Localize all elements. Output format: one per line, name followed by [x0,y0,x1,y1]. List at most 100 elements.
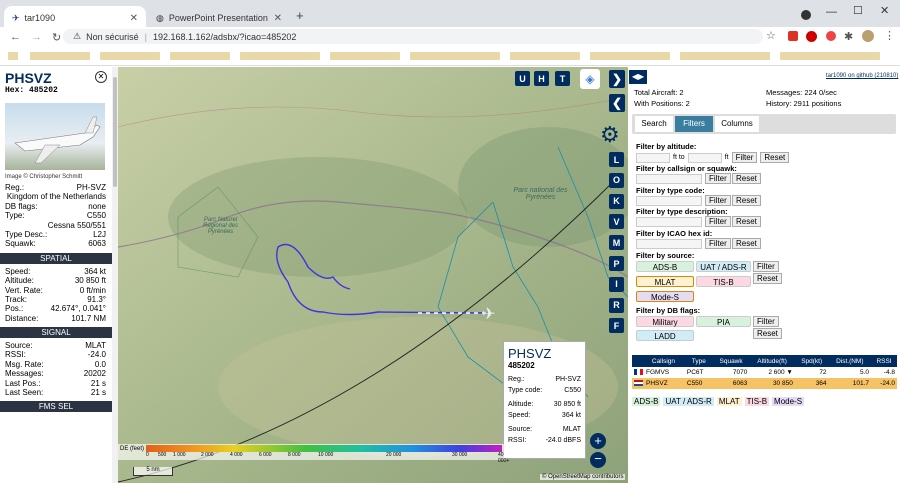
adblock-icon[interactable] [806,31,817,42]
db-ladd-chip[interactable]: LADD [636,330,694,341]
source-adsb-chip[interactable]: ADS-B [636,261,694,272]
map-button-v[interactable]: V [609,214,624,230]
filter-input[interactable] [636,195,702,206]
map-button-m[interactable]: M [609,235,624,251]
table-header[interactable]: Type [685,355,713,367]
table-header[interactable]: Spd(kt) [795,355,829,367]
record-icon[interactable] [801,10,811,20]
filter-input[interactable] [636,174,702,184]
address-bar[interactable]: ⚠ Non sécurisé | 192.168.1.162/adsbx/?ic… [63,29,763,44]
aircraft-photo[interactable] [5,103,105,170]
tab-columns[interactable]: Columns [715,116,759,132]
bookmark[interactable] [680,52,770,60]
scroll-thumb[interactable] [113,77,117,187]
reset-button[interactable]: Reset [732,237,761,249]
table-header[interactable]: Altitude(ft) [749,355,794,367]
aircraft-popup[interactable]: PHSVZ 485202 Reg.: PH-SVZ Type code: C550 Al… [503,341,586,459]
extension-icon[interactable] [826,31,836,41]
new-tab-icon[interactable]: + [296,8,304,23]
tab-filters[interactable]: Filters [675,116,713,132]
source-modes-chip[interactable]: Mode-S [636,291,694,302]
layers-button[interactable]: ◈ [580,69,600,89]
table-row[interactable]: PHSVZ C550 6063 30 850 364 101.7 -24.0 [632,378,897,389]
db-military-chip[interactable]: Military [636,316,694,327]
source-mlat-chip[interactable]: MLAT [636,276,694,287]
u-button[interactable]: U [515,71,530,86]
h-button[interactable]: H [534,71,549,86]
cell-text: 101.7 [852,380,870,387]
map-button-r[interactable]: R [609,297,624,313]
bookmark[interactable] [330,52,400,60]
reset-button[interactable]: Reset [732,216,761,227]
table-header[interactable]: Dist.(NM) [829,355,872,367]
maximize-icon[interactable]: ☐ [853,4,863,17]
avatar[interactable] [862,30,874,42]
expand-right-button[interactable]: ❯ [609,70,625,88]
altitude-filter-button[interactable]: Filter [731,152,758,163]
source-uat-chip[interactable]: UAT / ADS-R [696,261,751,272]
puzzle-icon[interactable]: ✱ [844,30,853,43]
source-filter-button[interactable]: Filter [753,261,779,272]
zoom-in-button[interactable]: + [590,433,606,449]
source-reset-button[interactable]: Reset [753,273,782,284]
bookmark[interactable] [240,52,320,60]
spatial-value: 91.3° [87,294,106,304]
table-header[interactable]: Squawk [713,355,750,367]
bookmark[interactable] [590,52,670,60]
filter-button[interactable]: Filter [705,237,731,249]
filter-button[interactable]: Filter [705,216,731,227]
osm-attribution[interactable]: © OpenStreetMap contributors [540,474,626,480]
close-window-icon[interactable]: ✕ [880,4,889,17]
star-icon[interactable]: ☆ [766,29,776,42]
toggle-sidebar-button[interactable]: ◀▶ [629,70,647,84]
map-view[interactable]: ✈ Parc national des Pyrénées Parc Nature… [118,67,628,483]
filter-button[interactable]: Filter [705,194,731,206]
table-row[interactable]: FGMVS PC6T 7070 2 600 ▼ 72 5.0 -4.8 [632,367,897,378]
close-icon[interactable]: ✕ [130,13,138,24]
map-button-f[interactable]: F [609,318,624,334]
altitude-min-input[interactable] [636,152,670,163]
bookmark[interactable] [510,52,580,60]
map-button-k[interactable]: K [609,193,624,209]
back-icon[interactable]: ← [10,31,21,43]
bookmark[interactable] [780,52,880,60]
collapse-left-button[interactable]: ❮ [609,94,625,112]
table-header[interactable]: Callsign [632,355,685,367]
bookmark[interactable] [100,52,160,60]
bookmark[interactable] [30,52,90,60]
filter-input[interactable] [636,217,702,227]
reset-button[interactable]: Reset [732,194,761,206]
signal-row: Source: MLAT [0,341,112,350]
forward-icon[interactable]: → [31,31,42,43]
bookmark[interactable] [410,52,500,60]
cell-text: 2 600 ▼ [768,369,793,376]
map-button-l[interactable]: L [609,152,624,167]
source-tisb-chip[interactable]: TIS-B [696,276,751,287]
filter-input[interactable] [636,238,702,249]
map-button-p[interactable]: P [609,256,624,271]
altitude-max-input[interactable] [687,152,722,163]
filter-button[interactable]: Filter [705,173,731,184]
minimize-icon[interactable]: — [826,6,837,18]
altitude-reset-button[interactable]: Reset [760,152,790,163]
selected-aircraft-icon[interactable]: ✈ [482,304,495,324]
menu-icon[interactable]: ⋮ [884,29,895,42]
zoom-out-button[interactable]: − [590,452,606,468]
reload-icon[interactable]: ↻ [52,31,61,44]
settings-gear-icon[interactable]: ⚙ [600,122,620,148]
map-button-i[interactable]: I [609,276,624,292]
bookmark[interactable] [170,52,230,60]
map-button-o[interactable]: O [609,172,624,188]
close-icon[interactable]: ✕ [95,71,107,83]
reset-button[interactable]: Reset [732,173,761,184]
pdf-extension-icon[interactable] [788,31,798,41]
tab-search[interactable]: Search [635,116,673,132]
table-header[interactable]: RSSI [871,355,897,367]
db-pia-chip[interactable]: PIA [696,316,751,327]
db-filter-button[interactable]: Filter [753,316,779,327]
github-link[interactable]: tar1090 on github (210810) [826,73,898,79]
db-reset-button[interactable]: Reset [753,328,782,339]
close-icon[interactable]: ✕ [274,13,282,24]
t-button[interactable]: T [555,71,570,86]
bookmark[interactable] [8,52,18,60]
